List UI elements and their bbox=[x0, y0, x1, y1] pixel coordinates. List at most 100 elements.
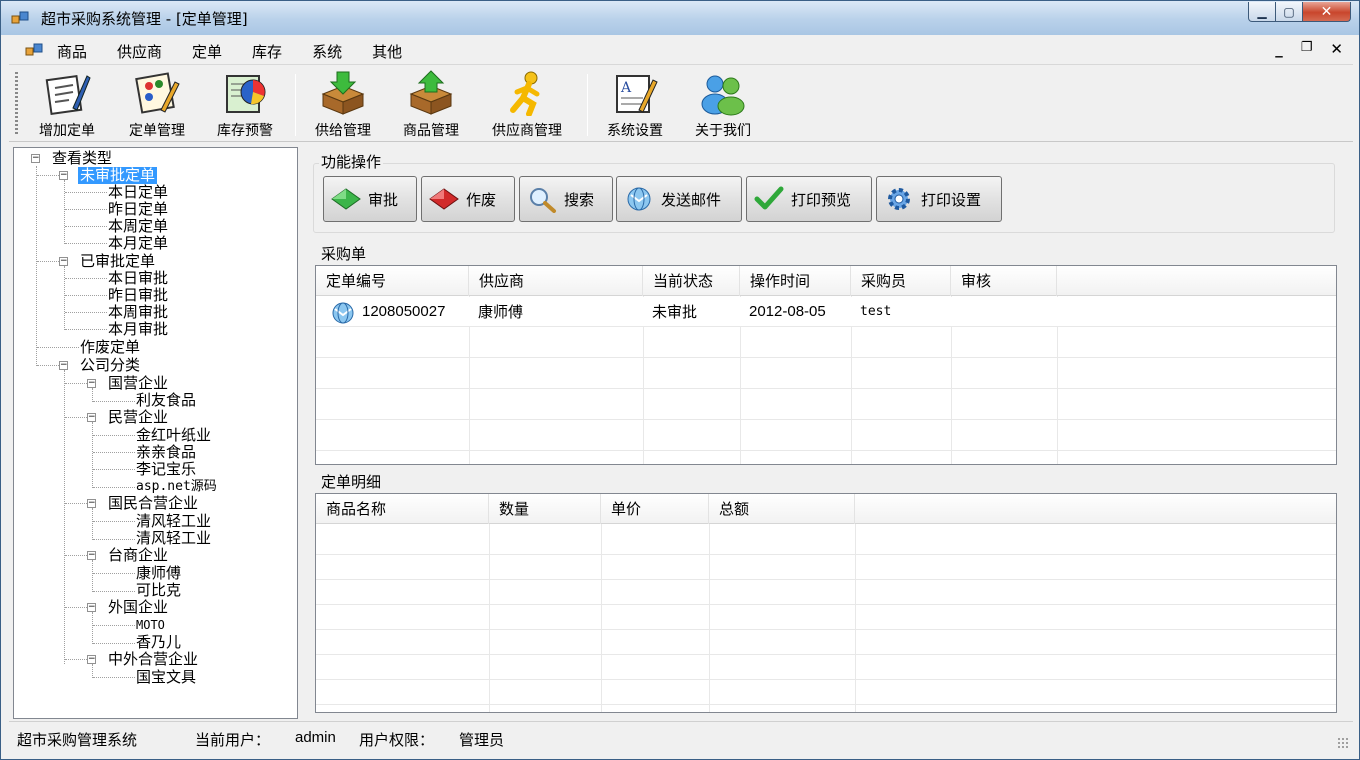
details-grid[interactable]: 商品名称 数量 单价 总额 bbox=[315, 493, 1337, 713]
orders-col-status[interactable]: 当前状态 bbox=[643, 266, 740, 296]
tree-collapse-toggle[interactable]: − bbox=[87, 603, 96, 612]
tree-line bbox=[65, 278, 107, 279]
mdi-minimize-button[interactable]: _ bbox=[1275, 40, 1283, 58]
toolbar-supplier-manage-button[interactable]: 供应商管理 bbox=[481, 70, 573, 140]
tree-node-company-item[interactable]: 可比克 bbox=[136, 582, 181, 599]
tree-node-company-item[interactable]: 李记宝乐 bbox=[136, 461, 196, 478]
tree-node-sino-foreign[interactable]: 中外合营企业 bbox=[108, 651, 198, 668]
print-preview-button[interactable]: 打印预览 bbox=[746, 176, 872, 222]
tree-node-yesterday-orders[interactable]: 昨日定单 bbox=[108, 201, 168, 218]
toolbar-goods-manage-button[interactable]: 商品管理 bbox=[393, 70, 469, 140]
send-mail-button[interactable]: 发送邮件 bbox=[616, 176, 742, 222]
tree-collapse-toggle[interactable]: − bbox=[87, 413, 96, 422]
menu-other[interactable]: 其他 bbox=[372, 41, 402, 62]
tree-collapse-toggle[interactable]: − bbox=[87, 655, 96, 664]
print-settings-button[interactable]: 打印设置 bbox=[876, 176, 1002, 222]
tree-node-company-item[interactable]: 国宝文具 bbox=[136, 669, 196, 686]
orders-col-audit[interactable]: 审核 bbox=[951, 266, 1057, 296]
void-button[interactable]: 作废 bbox=[421, 176, 515, 222]
tree-node-company-item[interactable]: 亲亲食品 bbox=[136, 444, 196, 461]
actions-group-label: 功能操作 bbox=[319, 151, 384, 172]
tree-collapse-toggle[interactable]: − bbox=[59, 171, 68, 180]
tree-node-state-owned[interactable]: 国营企业 bbox=[108, 375, 168, 392]
send-mail-button-label: 发送邮件 bbox=[661, 190, 722, 209]
title-bar[interactable]: 超市采购系统管理 - [定单管理] ▁ ▢ ✕ bbox=[1, 1, 1359, 35]
orders-col-id[interactable]: 定单编号 bbox=[316, 266, 469, 296]
toolbar-settings-button[interactable]: A 系统设置 bbox=[597, 70, 673, 140]
tree-node-joint[interactable]: 国民合营企业 bbox=[108, 495, 198, 512]
tree-node-private[interactable]: 民营企业 bbox=[108, 409, 168, 426]
checkmark-icon bbox=[754, 186, 784, 210]
window-minimize-button[interactable]: ▁ bbox=[1248, 2, 1276, 22]
tree-line bbox=[93, 487, 135, 488]
details-col-name[interactable]: 商品名称 bbox=[316, 494, 489, 524]
tree-node-month-orders[interactable]: 本月定单 bbox=[108, 235, 168, 252]
window-close-button[interactable]: ✕ bbox=[1303, 2, 1351, 22]
mdi-child-icon[interactable] bbox=[25, 42, 43, 58]
tree-node-yesterday-approved[interactable]: 昨日审批 bbox=[108, 287, 168, 304]
tree-node-root[interactable]: 查看类型 bbox=[52, 150, 112, 167]
toolbar-grip[interactable] bbox=[15, 72, 18, 134]
details-col-total[interactable]: 总额 bbox=[709, 494, 855, 524]
pen-paper-icon bbox=[45, 74, 91, 116]
tree-collapse-toggle[interactable]: − bbox=[59, 361, 68, 370]
tree-collapse-toggle[interactable]: − bbox=[59, 257, 68, 266]
tree-line bbox=[37, 175, 59, 176]
window-maximize-button[interactable]: ▢ bbox=[1276, 2, 1303, 22]
tree-node-company-item[interactable]: 香乃儿 bbox=[136, 634, 181, 651]
tree-node-company-item[interactable]: MOTO bbox=[136, 617, 165, 634]
toolbar-about-button[interactable]: 关于我们 bbox=[685, 70, 761, 140]
tree-node-company[interactable]: 公司分类 bbox=[80, 357, 140, 374]
tree-node-taiwan[interactable]: 台商企业 bbox=[108, 547, 168, 564]
menu-order[interactable]: 定单 bbox=[192, 41, 222, 62]
tree-node-company-item[interactable]: 金红叶纸业 bbox=[136, 427, 211, 444]
approve-button[interactable]: 审批 bbox=[323, 176, 417, 222]
tree-node-company-item[interactable]: 清风轻工业 bbox=[136, 513, 211, 530]
close-icon: ✕ bbox=[1320, 3, 1333, 20]
tree-line bbox=[92, 560, 93, 592]
menu-stock[interactable]: 库存 bbox=[252, 41, 282, 62]
tree-node-today-approved[interactable]: 本日审批 bbox=[108, 270, 168, 287]
toolbar-separator bbox=[295, 74, 296, 136]
tree-node-week-approved[interactable]: 本周审批 bbox=[108, 304, 168, 321]
menu-system[interactable]: 系统 bbox=[312, 41, 342, 62]
tree-collapse-toggle[interactable]: − bbox=[87, 551, 96, 560]
tree-line bbox=[65, 226, 107, 227]
orders-grid[interactable]: 定单编号 供应商 当前状态 操作时间 采购员 审核 1208050027 康师傅… bbox=[315, 265, 1337, 465]
tree-node-foreign[interactable]: 外国企业 bbox=[108, 599, 168, 616]
mdi-close-button[interactable]: ✕ bbox=[1330, 40, 1343, 58]
category-tree[interactable]: − 查看类型 − 未审批定单 本日定单 昨日定单 本周定单 本月定单 − 已审批… bbox=[13, 147, 298, 719]
tree-node-month-approved[interactable]: 本月审批 bbox=[108, 321, 168, 338]
details-col-price[interactable]: 单价 bbox=[601, 494, 709, 524]
tree-collapse-toggle[interactable]: − bbox=[31, 154, 40, 163]
tree-node-week-orders[interactable]: 本周定单 bbox=[108, 218, 168, 235]
resize-grip[interactable] bbox=[1337, 737, 1349, 749]
toolbar-add-order-button[interactable]: 增加定单 bbox=[29, 70, 105, 140]
table-row[interactable]: 1208050027 康师傅 未审批 2012-08-05 test bbox=[316, 297, 1336, 327]
orders-col-time[interactable]: 操作时间 bbox=[740, 266, 851, 296]
table-row-empty bbox=[316, 359, 1336, 389]
orders-col-buyer[interactable]: 采购员 bbox=[851, 266, 951, 296]
search-button[interactable]: 搜索 bbox=[519, 176, 613, 222]
panel-splitter[interactable] bbox=[298, 147, 304, 719]
tree-node-company-item[interactable]: 清风轻工业 bbox=[136, 530, 211, 547]
tree-node-approved[interactable]: 已审批定单 bbox=[80, 253, 155, 270]
tree-line bbox=[93, 573, 135, 574]
toolbar-order-manage-button[interactable]: 定单管理 bbox=[119, 70, 195, 140]
tree-node-unapproved[interactable]: 未审批定单 bbox=[78, 167, 158, 184]
details-col-qty[interactable]: 数量 bbox=[489, 494, 601, 524]
toolbar-supply-manage-button[interactable]: 供给管理 bbox=[305, 70, 381, 140]
tree-node-company-item[interactable]: asp.net源码 bbox=[136, 478, 217, 495]
tree-node-company-item[interactable]: 康师傅 bbox=[136, 565, 181, 582]
box-down-icon bbox=[321, 71, 365, 115]
menu-supplier[interactable]: 供应商 bbox=[117, 41, 162, 62]
orders-col-supplier[interactable]: 供应商 bbox=[469, 266, 643, 296]
tree-collapse-toggle[interactable]: − bbox=[87, 379, 96, 388]
toolbar-stock-alert-button[interactable]: 库存预警 bbox=[207, 70, 283, 140]
tree-node-void[interactable]: 作废定单 bbox=[80, 339, 140, 356]
tree-node-today-orders[interactable]: 本日定单 bbox=[108, 184, 168, 201]
tree-collapse-toggle[interactable]: − bbox=[87, 499, 96, 508]
tree-node-company-item[interactable]: 利友食品 bbox=[136, 392, 196, 409]
menu-goods[interactable]: 商品 bbox=[57, 41, 87, 62]
mdi-restore-button[interactable]: ❐ bbox=[1301, 40, 1313, 58]
